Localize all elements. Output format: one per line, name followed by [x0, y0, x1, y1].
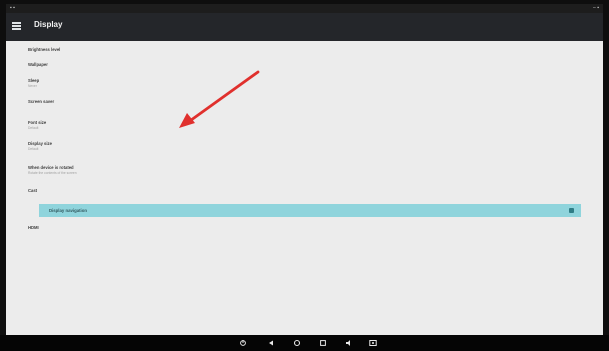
back-icon[interactable]	[267, 339, 275, 347]
selection-indicator-icon	[569, 208, 574, 213]
setting-summary: Default	[28, 126, 39, 130]
setting-title: Brightness level	[28, 47, 61, 52]
setting-title: Screen saver	[28, 99, 55, 104]
status-left-icons: ▪ ▪	[10, 5, 15, 11]
setting-cast[interactable]: Cast	[28, 188, 581, 193]
setting-title: Cast	[28, 188, 38, 193]
audio-icon[interactable]	[345, 339, 353, 347]
setting-title: When device is rotated	[28, 165, 74, 170]
setting-title: Wallpaper	[28, 62, 48, 67]
setting-summary: Rotate the contents of the screen	[28, 171, 77, 175]
setting-screen-saver[interactable]: Screen saver	[28, 99, 581, 104]
status-right-icons: – ▪	[593, 5, 599, 11]
setting-summary: Never	[28, 84, 37, 88]
setting-device-rotation[interactable]: When device is rotated Rotate the conten…	[28, 165, 581, 175]
settings-list: Brightness level Wallpaper Sleep Never S…	[6, 41, 603, 335]
app-bar: Display	[6, 13, 603, 41]
home-icon[interactable]	[293, 339, 301, 347]
setting-title: Display size	[28, 141, 52, 146]
recent-apps-icon[interactable]	[319, 339, 327, 347]
android-screen: ▪ ▪ – ▪ Display Brightness level Wallpap…	[6, 4, 603, 335]
screenshot-icon[interactable]	[369, 339, 377, 347]
setting-display-size[interactable]: Display size Default	[28, 141, 581, 151]
setting-title: Font size	[28, 120, 47, 125]
menu-icon[interactable]	[12, 21, 22, 31]
setting-title: HDMI	[28, 225, 39, 230]
red-annotation-arrow-icon	[179, 70, 260, 128]
setting-title: Sleep	[28, 78, 40, 83]
setting-wallpaper[interactable]: Wallpaper	[28, 62, 581, 67]
setting-title: Display navigation	[49, 208, 87, 213]
setting-font-size[interactable]: Font size Default	[28, 120, 581, 130]
setting-sleep[interactable]: Sleep Never	[28, 78, 581, 88]
setting-display-navigation-selected[interactable]: Display navigation	[39, 204, 581, 217]
power-icon[interactable]	[239, 339, 247, 347]
setting-brightness-level[interactable]: Brightness level	[28, 47, 581, 52]
status-bar: ▪ ▪ – ▪	[6, 4, 603, 13]
setting-hdmi[interactable]: HDMI	[28, 225, 581, 230]
page-title: Display	[34, 20, 63, 29]
navigation-bar	[0, 335, 609, 351]
setting-summary: Default	[28, 147, 39, 151]
